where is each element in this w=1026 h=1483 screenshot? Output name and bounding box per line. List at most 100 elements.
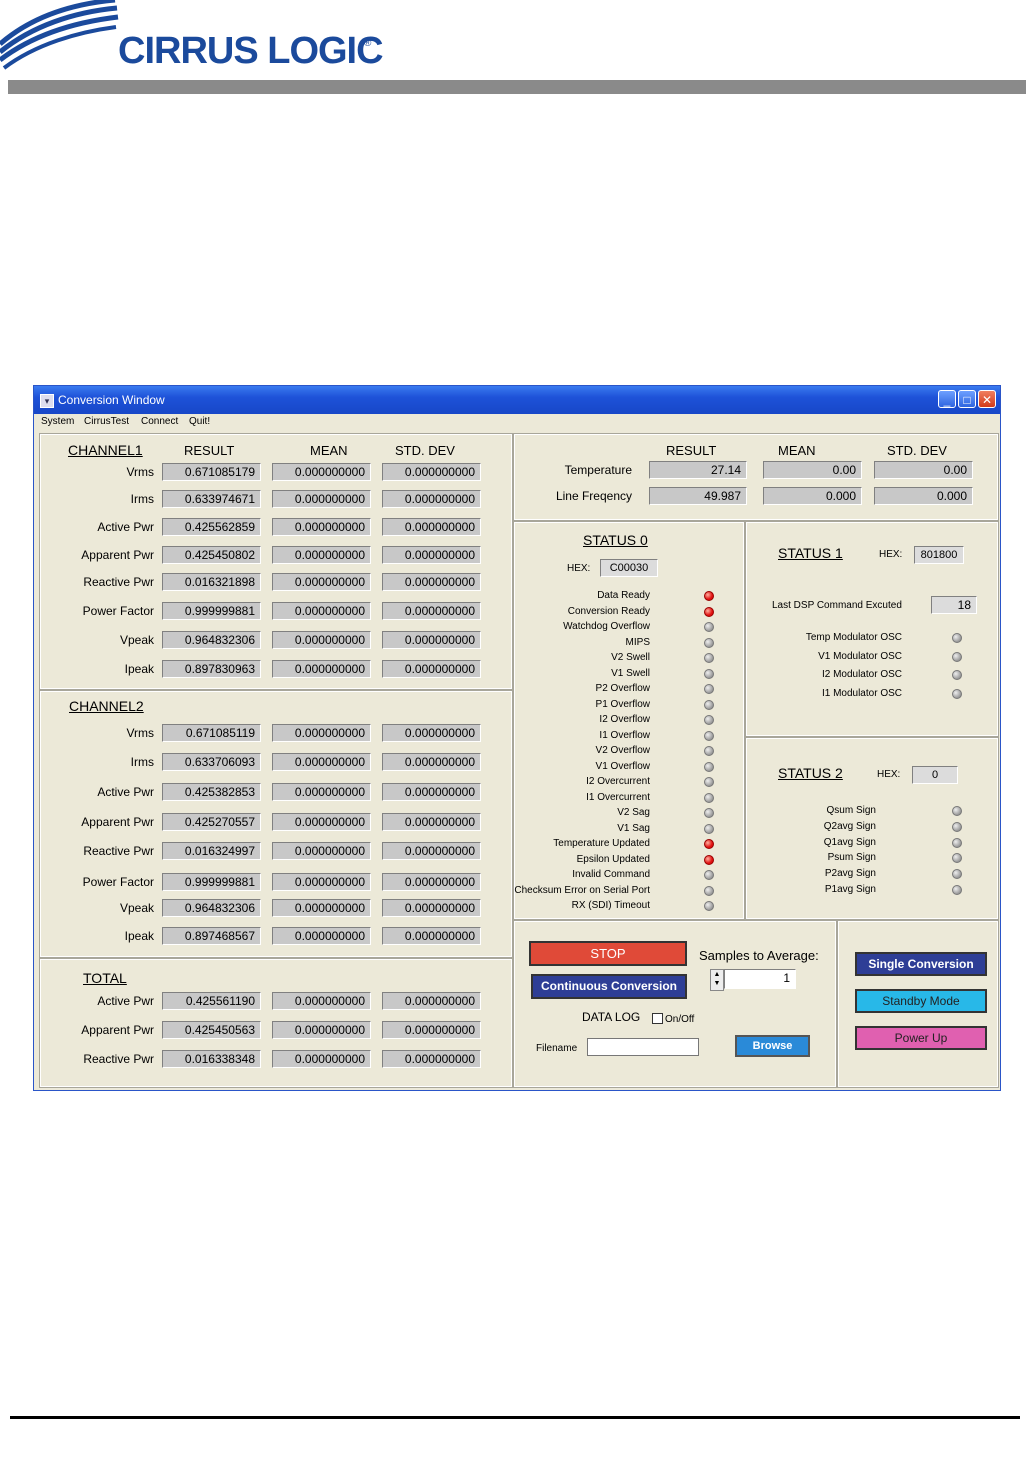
result-value: 0.016338348 [162,1050,261,1068]
row-label: Reactive Pwr [83,1052,154,1066]
result-value: 0.671085179 [162,463,261,481]
result-value: 0.964832306 [162,631,261,649]
std-value: 0.000000000 [382,660,481,678]
status-label: V1 Swell [611,667,650,679]
mean-value: 0.000000000 [272,873,371,891]
maximize-button[interactable]: □ [958,390,976,408]
std-value: 0.000000000 [382,518,481,536]
std-value: 0.000000000 [382,602,481,620]
col-result: RESULT [184,443,235,458]
std-value: 0.000000000 [382,842,481,860]
std-value: 0.000000000 [382,1021,481,1039]
row-label: Power Factor [82,875,154,889]
status-label: P1 Overflow [595,698,650,710]
std-value: 0.000000000 [382,546,481,564]
status-led-icon [704,653,714,663]
std-value: 0.000000000 [382,573,481,591]
conversion-window: ▾ Conversion Window _ □ ✕ System CirrusT… [33,385,1001,1091]
status-label: I2 Modulator OSC [821,669,902,681]
status-label: Psum Sign [827,852,876,864]
continuous-conversion-button[interactable]: Continuous Conversion [531,974,687,999]
status1-title: STATUS 1 [778,545,843,561]
menu-system[interactable]: System [41,416,74,427]
status-led-icon [704,839,714,849]
close-button[interactable]: ✕ [978,390,996,408]
status1-hex-label: HEX: [879,549,903,560]
browse-button[interactable]: Browse [735,1035,810,1057]
status-led-icon [704,699,714,710]
samples-input[interactable]: 1 [724,969,796,989]
mean-value: 0.000000000 [272,602,371,620]
row-label: Active Pwr [97,520,154,534]
total-title: TOTAL [83,970,127,986]
mean-value: 0.000000000 [272,724,371,742]
minimize-button[interactable]: _ [938,390,956,408]
misc-col-mean: MEAN [778,443,816,458]
menu-cirrustest[interactable]: CirrusTest [84,416,129,427]
row-label: Active Pwr [97,994,154,1008]
row-label: Apparent Pwr [81,548,154,562]
brand-logo: CIRRUS LOGIC [118,30,384,72]
status-led-icon [704,730,714,741]
last-dsp-command-value: 18 [931,596,977,614]
result-value: 0.999999881 [162,602,261,620]
status-led-icon [952,688,962,699]
status0-hex-label: HEX: [567,563,591,574]
row-label: Vrms [126,465,154,479]
result-value: 0.425382853 [162,783,261,801]
status-led-icon [704,637,714,648]
single-conversion-button[interactable]: Single Conversion [855,952,987,976]
menu-connect[interactable]: Connect [141,416,178,427]
mean-value: 0.000000000 [272,463,371,481]
menu-quit[interactable]: Quit! [189,416,210,427]
mean-value: 0.000000000 [272,546,371,564]
mean-value: 0.000000000 [272,927,371,945]
data-log-checkbox[interactable] [652,1013,663,1024]
result-value: 0.016321898 [162,573,261,591]
status-led-icon [952,806,962,816]
std-value: 0.000000000 [382,992,481,1010]
row-label: Ipeak [124,662,154,676]
status-label: V2 Swell [611,652,650,663]
mean-value: 0.000000000 [272,992,371,1010]
result-value: 0.897468567 [162,927,261,945]
misc-mean-value: 0.00 [763,461,862,479]
std-value: 0.000000000 [382,783,481,801]
row-label: Apparent Pwr [81,815,154,829]
std-value: 0.000000000 [382,724,481,742]
status-label: P2 Overflow [595,683,650,694]
row-label: Active Pwr [97,785,154,799]
status-led-icon [704,823,714,834]
misc-col-result: RESULT [666,443,717,458]
filename-input[interactable] [587,1038,699,1056]
result-value: 0.425450563 [162,1021,261,1039]
status-led-icon [704,606,714,617]
stop-button[interactable]: STOP [529,941,687,966]
misc-col-std: STD. DEV [887,443,947,458]
title-bar[interactable]: ▾ Conversion Window _ □ ✕ [34,386,1000,414]
status-label: Q2avg Sign [823,820,876,832]
result-value: 0.897830963 [162,660,261,678]
last-dsp-command-label: Last DSP Command Excuted [772,600,902,611]
col-mean: MEAN [310,443,348,458]
misc-result-value: 27.14 [649,461,747,479]
status1-hex-value: 801800 [914,546,964,564]
standby-mode-button[interactable]: Standby Mode [855,989,987,1013]
result-value: 0.671085119 [162,724,261,742]
power-up-button[interactable]: Power Up [855,1026,987,1050]
samples-spinner[interactable]: ▲ ▼ [710,969,724,991]
std-value: 0.000000000 [382,899,481,917]
std-value: 0.000000000 [382,1050,481,1068]
std-value: 0.000000000 [382,631,481,649]
status-label: Epsilon Updated [576,853,650,865]
result-value: 0.633706093 [162,753,261,771]
row-label: Vrms [126,726,154,740]
status-label: I2 Overflow [599,714,650,725]
status2-hex-value: 0 [912,766,958,784]
window-menu-icon[interactable]: ▾ [40,394,54,408]
status-led-icon [704,854,714,865]
result-value: 0.016324997 [162,842,261,860]
status-label: I1 Overflow [599,729,650,741]
status-label: Watchdog Overflow [563,621,650,632]
status-label: MIPS [625,636,650,648]
